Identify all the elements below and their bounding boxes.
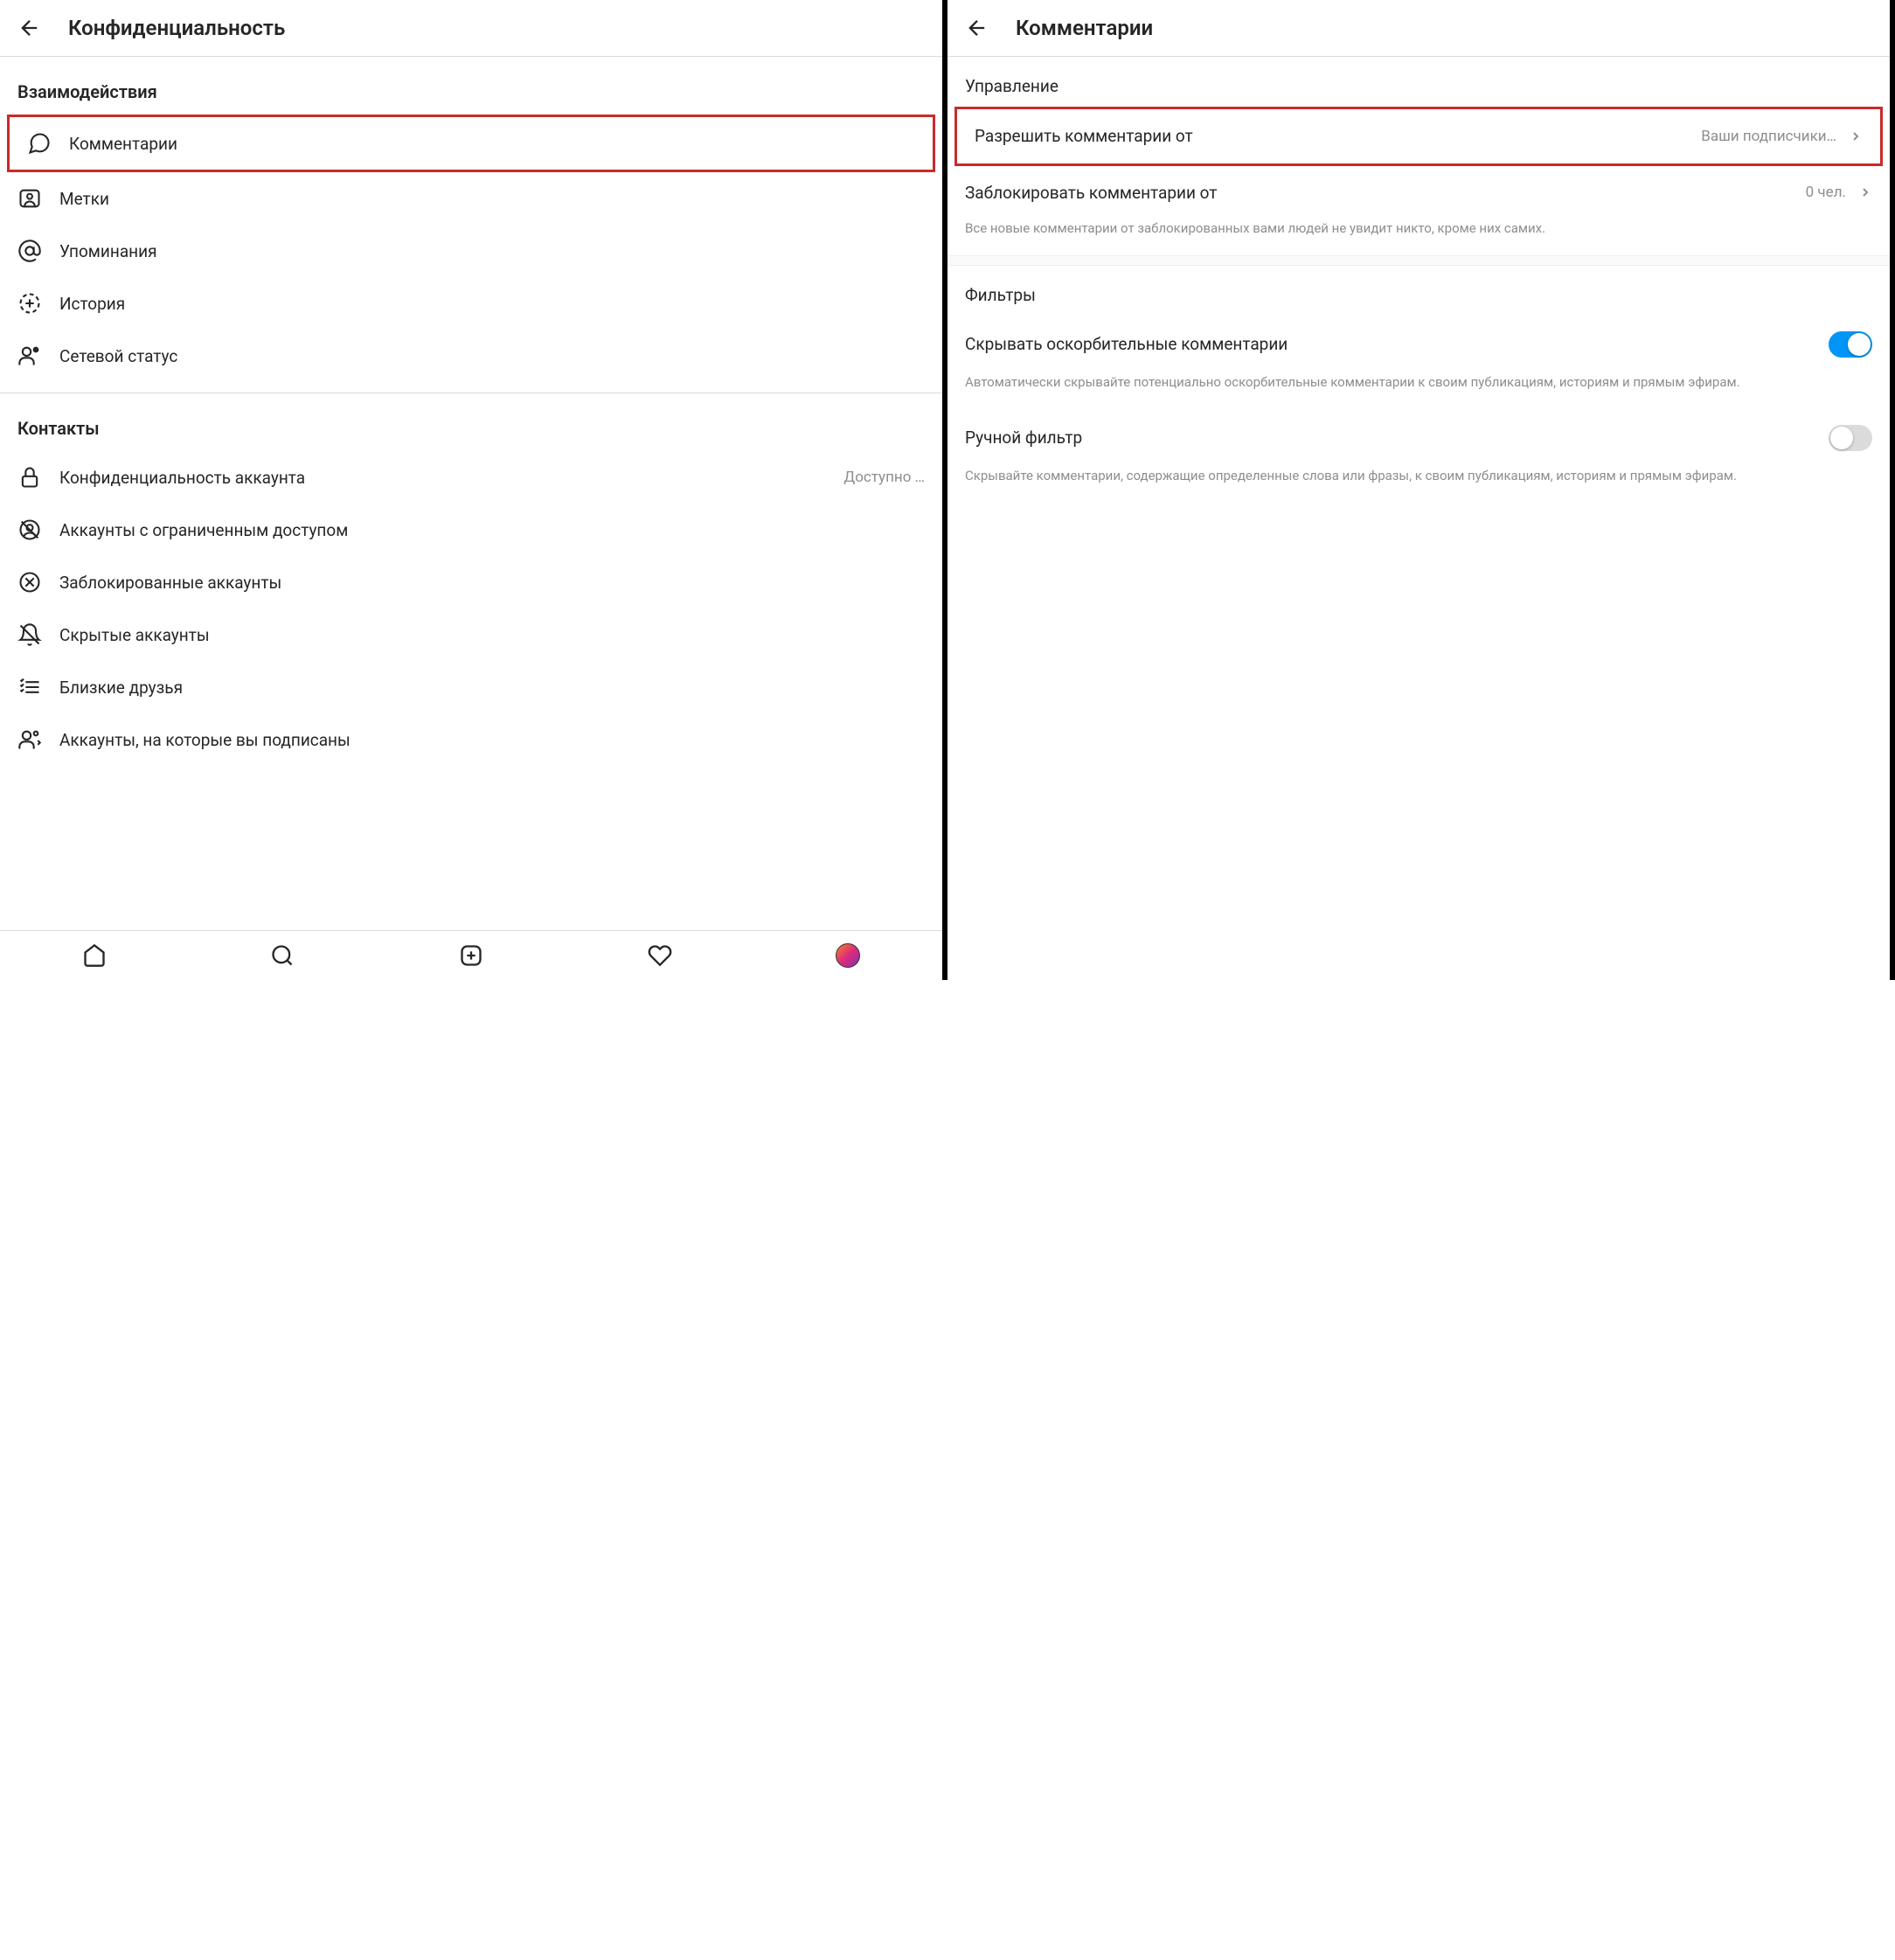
story-icon [17, 291, 42, 316]
highlight-allow-from: Разрешить комментарии от Ваши подписчики… [954, 107, 1883, 166]
item-mentions[interactable]: Упоминания [0, 225, 942, 277]
item-following[interactable]: Аккаунты, на которые вы подписаны [0, 713, 942, 766]
item-label: Упоминания [59, 241, 925, 261]
row-block-comments-from[interactable]: Заблокировать комментарии от 0 чел. [948, 166, 1890, 220]
content-area: Управление Разрешить комментарии от Ваши… [948, 57, 1890, 980]
add-post-icon[interactable] [459, 943, 483, 968]
item-label: Близкие друзья [59, 678, 925, 698]
back-arrow-icon[interactable] [965, 16, 989, 40]
chevron-right-icon [1849, 129, 1863, 143]
item-label: Заблокированные аккаунты [59, 573, 925, 593]
section-management-title: Управление [948, 57, 1890, 107]
heart-icon[interactable] [648, 943, 672, 968]
item-restricted[interactable]: Аккаунты с ограниченным доступом [0, 504, 942, 556]
home-icon[interactable] [82, 943, 107, 968]
item-tags[interactable]: Метки [0, 172, 942, 225]
section-spacer [948, 255, 1890, 266]
following-icon [17, 727, 42, 752]
header: Комментарии [948, 0, 1890, 57]
page-title: Конфиденциальность [68, 16, 285, 40]
item-label: История [59, 294, 925, 314]
highlight-comments: Комментарии [7, 115, 935, 172]
row-value: 0 чел. [1806, 184, 1846, 201]
mention-icon [17, 239, 42, 263]
item-label: Конфиденциальность аккаунта [59, 468, 826, 488]
hide-offensive-description: Автоматически скрывайте потенциально оск… [948, 373, 1890, 409]
item-label: Аккаунты с ограниченным доступом [59, 520, 925, 540]
item-account-privacy[interactable]: Конфиденциальность аккаунта Доступно … [0, 451, 942, 504]
lock-icon [17, 465, 42, 490]
item-label: Аккаунты, на которые вы подписаны [59, 730, 925, 750]
back-arrow-icon[interactable] [17, 16, 42, 40]
item-close-friends[interactable]: Близкие друзья [0, 661, 942, 713]
row-value: Ваши подписчики… [1701, 128, 1836, 145]
row-label: Ручной фильтр [965, 427, 1816, 449]
toggle-manual-filter[interactable] [1829, 425, 1872, 451]
item-label: Метки [59, 189, 925, 209]
item-story[interactable]: История [0, 277, 942, 330]
row-hide-offensive[interactable]: Скрывать оскорбительные комментарии [948, 316, 1890, 373]
page-title: Комментарии [1016, 16, 1153, 40]
section-filters-title: Фильтры [948, 266, 1890, 316]
header: Конфиденциальность [0, 0, 942, 57]
item-activity-status[interactable]: Сетевой статус [0, 330, 942, 382]
row-label: Заблокировать комментарии от [965, 182, 1794, 205]
manual-filter-description: Скрывайте комментарии, содержащие опреде… [948, 467, 1890, 503]
block-description: Все новые комментарии от заблокированных… [948, 219, 1890, 255]
row-manual-filter[interactable]: Ручной фильтр [948, 409, 1890, 467]
section-contacts-title: Контакты [0, 393, 942, 451]
profile-avatar[interactable] [836, 943, 860, 968]
toggle-hide-offensive[interactable] [1829, 331, 1872, 358]
search-icon[interactable] [270, 943, 295, 968]
blocked-icon [17, 570, 42, 594]
row-label: Разрешить комментарии от [975, 125, 1689, 148]
tab-bar [0, 930, 942, 980]
muted-icon [17, 622, 42, 647]
close-friends-icon [17, 675, 42, 699]
section-interactions-title: Взаимодействия [0, 57, 942, 115]
row-label: Скрывать оскорбительные комментарии [965, 333, 1816, 356]
activity-icon [17, 344, 42, 368]
item-label: Скрытые аккаунты [59, 625, 925, 645]
restricted-icon [17, 518, 42, 542]
item-blocked[interactable]: Заблокированные аккаунты [0, 556, 942, 608]
item-comments[interactable]: Комментарии [10, 117, 933, 170]
comment-icon [27, 131, 52, 156]
tag-icon [17, 186, 42, 211]
privacy-screen: Конфиденциальность Взаимодействия Коммен… [0, 0, 948, 980]
chevron-right-icon [1858, 185, 1872, 199]
item-muted[interactable]: Скрытые аккаунты [0, 608, 942, 661]
row-allow-comments-from[interactable]: Разрешить комментарии от Ваши подписчики… [957, 109, 1880, 163]
comments-screen: Комментарии Управление Разрешить коммент… [948, 0, 1895, 980]
item-label: Комментарии [69, 134, 915, 154]
item-label: Сетевой статус [59, 346, 925, 366]
content-area: Взаимодействия Комментарии Метки Упомина… [0, 57, 942, 930]
item-secondary: Доступно … [843, 469, 925, 486]
